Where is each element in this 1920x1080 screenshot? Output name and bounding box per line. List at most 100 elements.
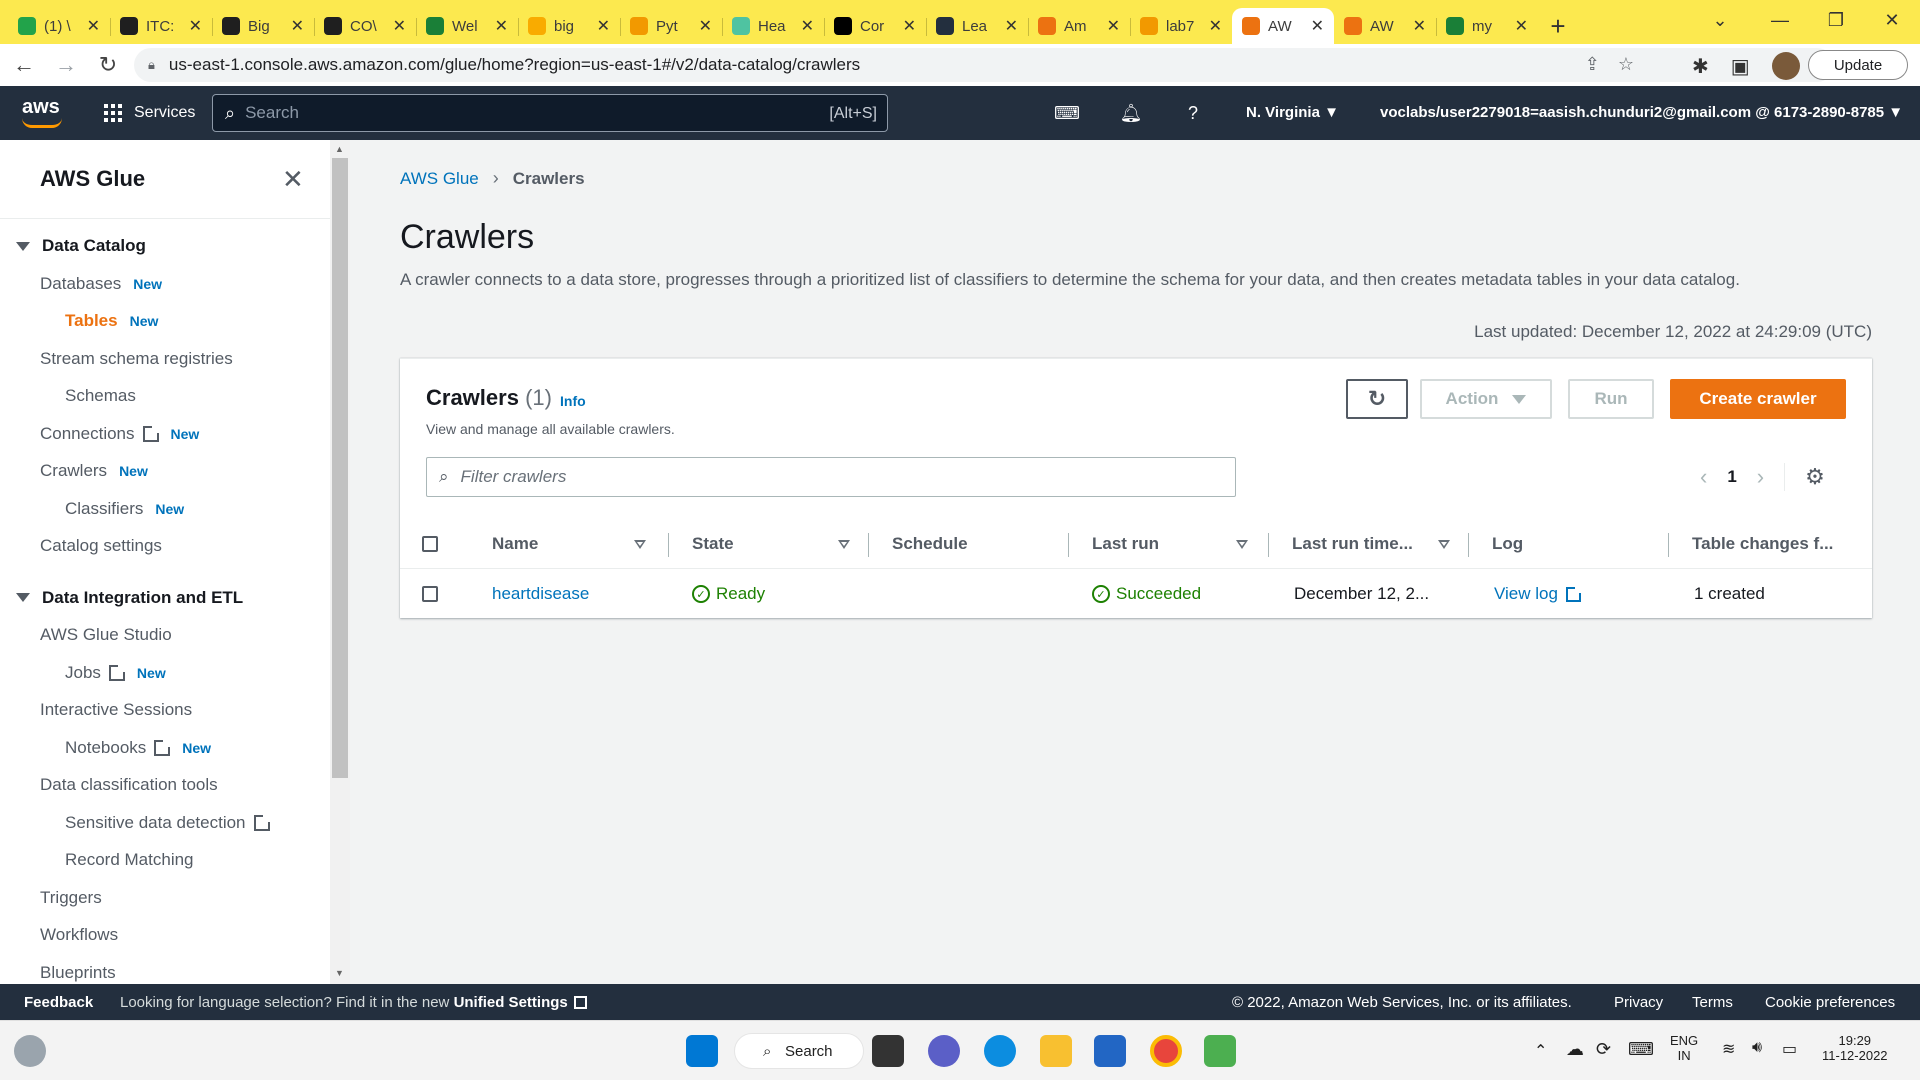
new-tab-button[interactable]: + <box>1538 8 1578 44</box>
sidebar-section-data-catalog[interactable]: Data Catalog <box>16 236 146 256</box>
edge-icon[interactable] <box>984 1035 1016 1067</box>
reload-icon[interactable]: ↻ <box>90 47 126 83</box>
share-icon[interactable]: ⇪ <box>1585 54 1600 75</box>
tab-close-icon[interactable]: ✕ <box>1107 16 1120 36</box>
browser-tab[interactable]: Big ✕ <box>212 8 314 44</box>
extensions-icon[interactable]: ✱ <box>1692 54 1709 79</box>
browser-tab[interactable]: CO\ ✕ <box>314 8 416 44</box>
sidebar-item-blueprints[interactable]: Blueprints <box>40 963 116 983</box>
tab-close-icon[interactable]: ✕ <box>1515 16 1528 36</box>
bookmark-star-icon[interactable]: ☆ <box>1618 54 1634 75</box>
column-last-run[interactable]: Last run <box>1092 519 1248 569</box>
previous-page-icon[interactable]: ‹ <box>1700 464 1707 490</box>
column-last-run-time[interactable]: Last run time... <box>1292 519 1450 569</box>
help-icon[interactable]: ? <box>1180 100 1206 126</box>
sidebar-item-crawlers[interactable]: Crawlers New <box>40 461 148 481</box>
privacy-link[interactable]: Privacy <box>1614 994 1663 1011</box>
browser-tab[interactable]: Wel ✕ <box>416 8 518 44</box>
notifications-bell-icon[interactable]: 🔔︎ <box>1118 100 1144 126</box>
sidebar-item-stream-schema-registries[interactable]: Stream schema registries <box>40 349 233 369</box>
profile-avatar[interactable] <box>1771 52 1800 80</box>
browser-tab[interactable]: big ✕ <box>518 8 620 44</box>
crawler-name-link[interactable]: heartdisease <box>492 569 589 619</box>
tab-close-icon[interactable]: ✕ <box>291 16 304 36</box>
tab-search-icon[interactable]: ⌄ <box>1690 0 1750 40</box>
task-view-icon[interactable] <box>872 1035 904 1067</box>
sidebar-item-interactive-sessions[interactable]: Interactive Sessions <box>40 700 192 720</box>
browser-tab[interactable]: AW ✕ <box>1232 8 1334 44</box>
current-page[interactable]: 1 <box>1727 467 1736 487</box>
view-log-link[interactable]: View log <box>1494 569 1582 619</box>
info-link[interactable]: Info <box>560 393 586 409</box>
keyboard-icon[interactable]: ⌨ <box>1628 1039 1654 1060</box>
column-log[interactable]: Log <box>1492 519 1523 569</box>
sidebar-item-notebooks[interactable]: Notebooks New <box>65 738 211 758</box>
create-crawler-button[interactable]: Create crawler <box>1670 379 1846 419</box>
account-menu[interactable]: voclabs/user2279018=aasish.chunduri2@gma… <box>1380 104 1903 121</box>
chrome-icon[interactable] <box>1150 1035 1182 1067</box>
column-schedule[interactable]: Schedule <box>892 519 968 569</box>
battery-icon[interactable]: ▭ <box>1782 1039 1797 1059</box>
browser-tab[interactable]: (1) \ ✕ <box>8 8 110 44</box>
aws-search-input[interactable]: ⌕ Search [Alt+S] <box>212 94 888 132</box>
forward-icon[interactable]: → <box>48 47 84 83</box>
sidebar-item-tables[interactable]: Tables New <box>65 311 158 331</box>
browser-tab[interactable]: Pyt ✕ <box>620 8 722 44</box>
minimize-icon[interactable]: — <box>1750 0 1810 40</box>
url-field[interactable]: 🔒︎ us-east-1.console.aws.amazon.com/glue… <box>134 48 1834 82</box>
sidebar-item-aws-glue-studio[interactable]: AWS Glue Studio <box>40 625 172 645</box>
feedback-link[interactable]: Feedback <box>24 994 93 1011</box>
tab-close-icon[interactable]: ✕ <box>189 16 202 36</box>
sidebar-scrollbar[interactable]: ▲ ▼ <box>330 140 350 984</box>
column-state[interactable]: State <box>692 519 850 569</box>
sidebar-item-workflows[interactable]: Workflows <box>40 925 118 945</box>
row-checkbox[interactable] <box>422 586 438 602</box>
preferences-gear-icon[interactable]: ⚙ <box>1805 464 1825 490</box>
back-icon[interactable]: ← <box>6 47 42 83</box>
cookie-preferences-link[interactable]: Cookie preferences <box>1765 994 1895 1011</box>
windows-start-icon[interactable] <box>686 1035 718 1067</box>
next-page-icon[interactable]: › <box>1757 464 1764 490</box>
region-selector[interactable]: N. Virginia ▼ <box>1246 104 1339 121</box>
tab-close-icon[interactable]: ✕ <box>1311 16 1324 36</box>
sidebar-item-data-classification-tools[interactable]: Data classification tools <box>40 775 218 795</box>
cloudshell-icon[interactable]: ⌨ <box>1054 100 1080 126</box>
sidebar-item-jobs[interactable]: Jobs New <box>65 663 166 683</box>
input-language[interactable]: ENG IN <box>1670 1033 1698 1063</box>
browser-tab[interactable]: ITC: ✕ <box>110 8 212 44</box>
tab-close-icon[interactable]: ✕ <box>801 16 814 36</box>
app-icon[interactable] <box>1204 1035 1236 1067</box>
column-name[interactable]: Name <box>492 519 646 569</box>
sidebar-item-connections[interactable]: Connections New <box>40 424 199 444</box>
browser-tab[interactable]: lab7 ✕ <box>1130 8 1232 44</box>
sidebar-item-triggers[interactable]: Triggers <box>40 888 102 908</box>
sidebar-item-databases[interactable]: Databases New <box>40 274 162 294</box>
column-table-changes[interactable]: Table changes f... <box>1692 519 1833 569</box>
tab-close-icon[interactable]: ✕ <box>903 16 916 36</box>
tab-close-icon[interactable]: ✕ <box>393 16 406 36</box>
teams-chat-icon[interactable] <box>928 1035 960 1067</box>
clock[interactable]: 19:29 11-12-2022 <box>1822 1033 1888 1063</box>
filter-crawlers-input[interactable]: ⌕ Filter crawlers <box>426 457 1236 497</box>
browser-tab[interactable]: Hea ✕ <box>722 8 824 44</box>
network-cloud-icon[interactable]: ☁ <box>1566 1039 1584 1060</box>
weather-icon[interactable] <box>14 1035 46 1067</box>
browser-tab[interactable]: Am ✕ <box>1028 8 1130 44</box>
taskbar-search[interactable]: ⌕ Search <box>734 1033 864 1069</box>
unified-settings-link[interactable]: Unified Settings <box>454 994 568 1011</box>
update-button[interactable]: Update <box>1808 50 1908 80</box>
refresh-button[interactable]: ↻ <box>1346 379 1408 419</box>
volume-icon[interactable]: 🔊︎ <box>1752 1039 1762 1057</box>
action-dropdown-button[interactable]: Action <box>1420 379 1552 419</box>
sidebar-item-sensitive-data-detection[interactable]: Sensitive data detection <box>65 813 271 833</box>
browser-tab[interactable]: my ✕ <box>1436 8 1538 44</box>
tab-close-icon[interactable]: ✕ <box>87 16 100 36</box>
sidebar-item-record-matching[interactable]: Record Matching <box>65 850 194 870</box>
services-menu[interactable]: Services <box>104 104 195 122</box>
tab-close-icon[interactable]: ✕ <box>495 16 508 36</box>
tab-close-icon[interactable]: ✕ <box>1209 16 1222 36</box>
tab-close-icon[interactable]: ✕ <box>699 16 712 36</box>
aws-logo[interactable]: aws <box>22 96 64 128</box>
sidebar-item-schemas[interactable]: Schemas <box>65 386 136 406</box>
tab-close-icon[interactable]: ✕ <box>1413 16 1426 36</box>
